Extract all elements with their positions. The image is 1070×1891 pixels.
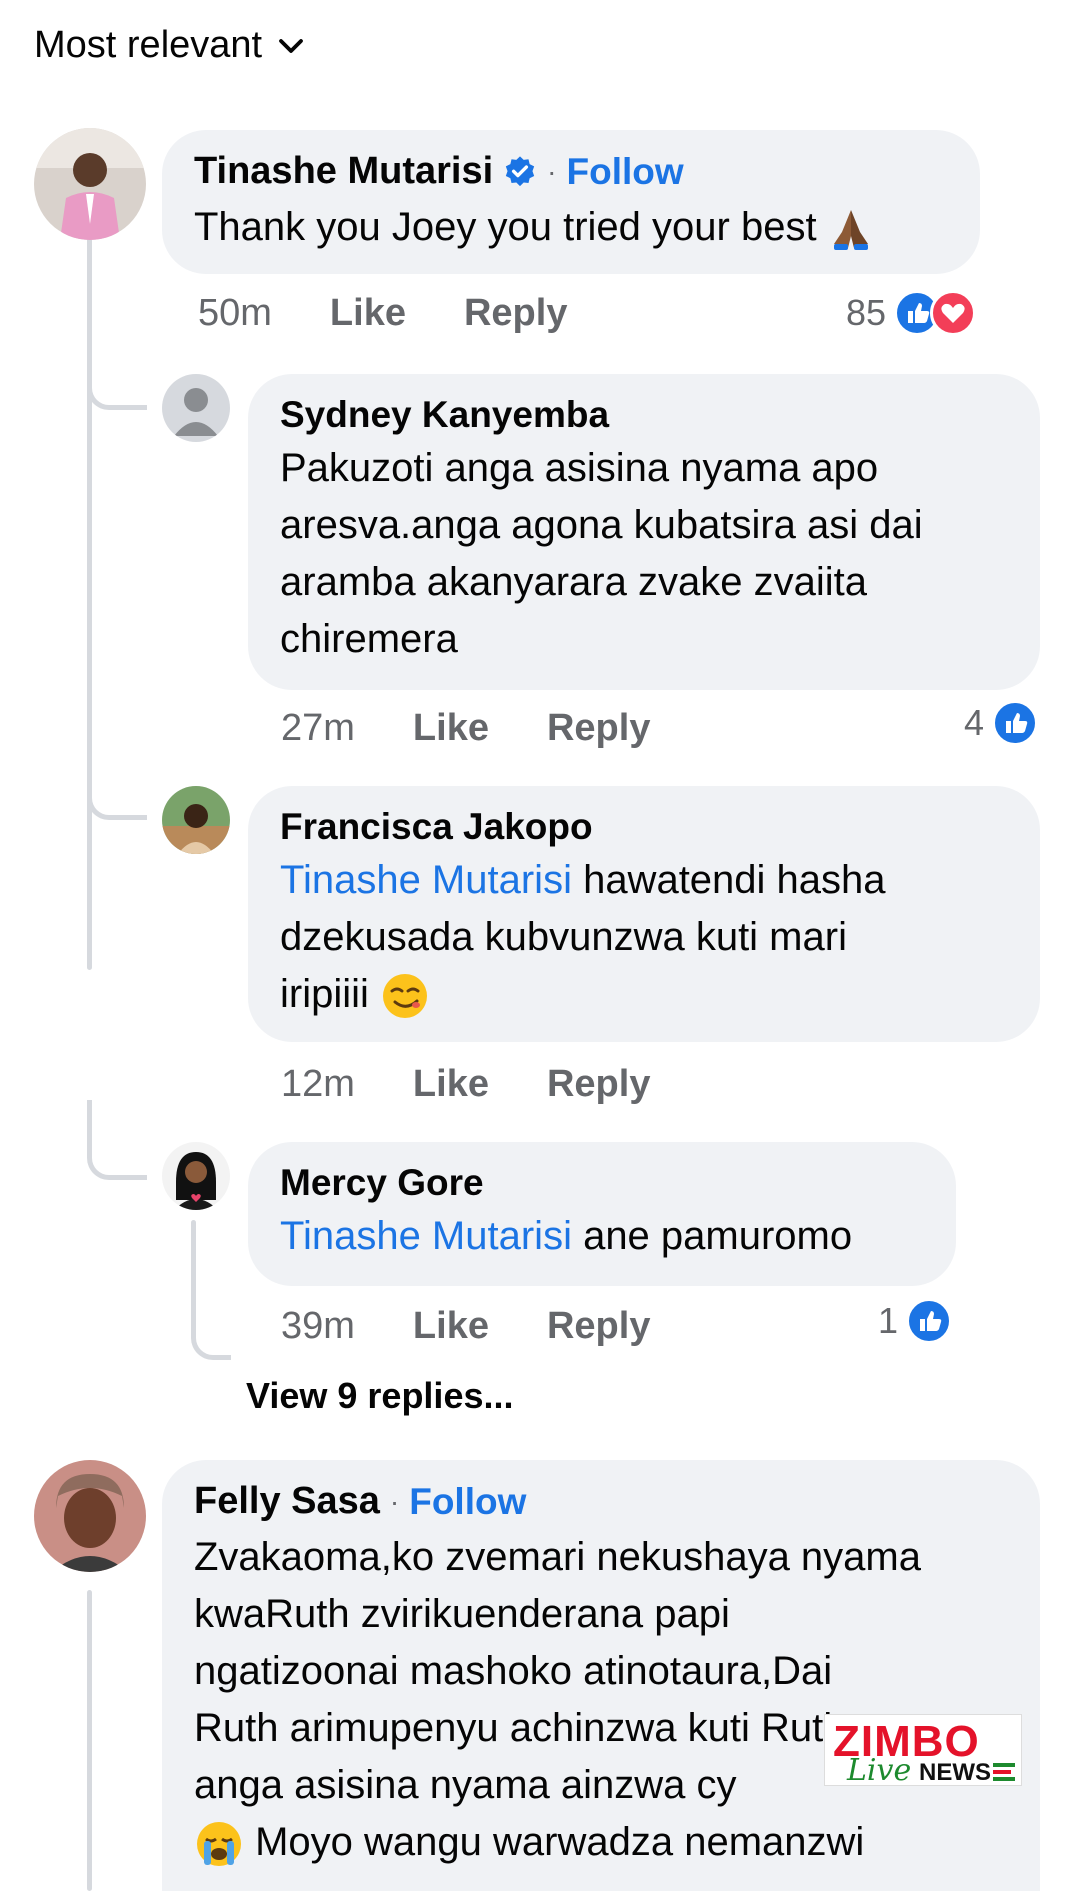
sort-label: Most relevant [34, 24, 263, 66]
like-reaction-icon [992, 700, 1039, 746]
like-button[interactable]: Like [413, 1305, 489, 1348]
commenter-name[interactable]: Sydney Kanyemba [280, 394, 1008, 436]
reply-button[interactable]: Reply [547, 1063, 650, 1106]
reaction-count: 85 [846, 292, 887, 333]
comment-text: ane pamuromo [571, 1214, 853, 1258]
follow-button[interactable]: Follow [567, 151, 684, 193]
avatar[interactable] [34, 128, 146, 240]
comment-actions: 50m Like Reply [198, 292, 625, 335]
zimbo-live-news-watermark: ZIMBO Live NEWS [824, 1714, 1022, 1788]
thread-connector [87, 1100, 147, 1180]
avatar[interactable] [162, 786, 230, 854]
mention-link[interactable]: Tinashe Mutarisi [280, 1214, 572, 1258]
reply-button[interactable]: Reply [464, 292, 567, 335]
like-button[interactable]: Like [413, 1063, 489, 1106]
comment-timestamp[interactable]: 39m [281, 1305, 355, 1348]
comment-text-line: Pakuzoti anga asisina nyama apo [280, 446, 879, 490]
comment-text-line: aramba akanyarara zvake zvaiita [280, 560, 867, 604]
comment-text: Thank you Joey you tried your best [194, 205, 817, 249]
watermark-news: NEWS [919, 1759, 991, 1786]
reaction-summary[interactable]: 85 [846, 290, 977, 336]
comment-actions: 12m Like Reply [281, 1063, 708, 1106]
sort-dropdown[interactable]: Most relevant [34, 24, 306, 67]
reaction-count: 1 [878, 1300, 899, 1341]
love-reaction-icon [930, 290, 977, 336]
comment-timestamp[interactable]: 50m [198, 292, 272, 335]
commenter-name[interactable]: Tinashe Mutarisi [194, 150, 493, 193]
comment-bubble: Mercy Gore Tinashe Mutarisi ane pamuromo [248, 1142, 956, 1286]
comment-actions: 39m Like Reply [281, 1305, 708, 1348]
like-button[interactable]: Like [413, 707, 489, 750]
reaction-summary[interactable]: 1 [878, 1298, 953, 1344]
verified-badge-icon [506, 155, 535, 186]
comment-text: hawatendi hasha [571, 858, 886, 902]
comment-actions: 27m Like Reply [281, 707, 708, 750]
comment-text-line: kwaRuth zvirikuenderana papi [194, 1592, 730, 1636]
reaction-count: 4 [964, 702, 985, 743]
watermark-live: Live [847, 1753, 912, 1788]
commenter-name[interactable]: Felly Sasa [194, 1480, 380, 1523]
watermark-bars-icon [993, 1763, 1015, 1784]
comment-bubble: Francisca Jakopo Tinashe Mutarisi hawate… [248, 786, 1040, 1042]
comment-text-line: iripiiii [280, 972, 369, 1016]
comment-text-line: Zvakaoma,ko zvemari nekushaya nyama [194, 1535, 921, 1579]
crying-face-icon [197, 1822, 241, 1867]
comment-text-line: dzekusada kubvunzwa kuti mari [280, 915, 847, 959]
follow-button[interactable]: Follow [409, 1481, 526, 1523]
comment-text-line: aresva.anga agona kubatsira asi dai [280, 503, 923, 547]
thread-line [87, 1590, 92, 1891]
smirking-face-icon [383, 974, 428, 1019]
comment-timestamp[interactable]: 12m [281, 1063, 355, 1106]
commenter-name[interactable]: Francisca Jakopo [280, 806, 1008, 848]
thread-connector [87, 740, 147, 820]
separator-dot: · [547, 155, 557, 187]
folded-hands-icon [833, 210, 868, 251]
avatar[interactable] [162, 374, 230, 442]
reply-button[interactable]: Reply [547, 707, 650, 750]
separator-dot: · [389, 1485, 400, 1517]
thread-connector [87, 300, 147, 410]
comment-timestamp[interactable]: 27m [281, 707, 355, 750]
comment-bubble: Felly Sasa · Follow Zvakaoma,ko zvemari … [162, 1460, 1040, 1891]
comment-text-line: chiremera [280, 617, 458, 661]
like-reaction-icon [906, 1298, 953, 1344]
chevron-down-icon [279, 38, 303, 53]
mention-link[interactable]: Tinashe Mutarisi [280, 858, 572, 902]
comment-bubble: Sydney Kanyemba Pakuzoti anga asisina ny… [248, 374, 1040, 690]
thread-connector [191, 1300, 231, 1360]
view-replies-link[interactable]: View 9 replies... [246, 1375, 514, 1417]
avatar[interactable] [34, 1460, 146, 1572]
comment-bubble: Tinashe Mutarisi · Follow Thank you Joey… [162, 130, 980, 274]
comment-text-line: ngatizoonai mashoko atinotaura,Dai [194, 1649, 833, 1693]
avatar[interactable] [162, 1142, 230, 1210]
comment-text-line: Moyo wangu warwadza nemanzwi [244, 1820, 865, 1864]
reaction-summary[interactable]: 4 [964, 700, 1039, 746]
commenter-name[interactable]: Mercy Gore [280, 1162, 924, 1204]
like-button[interactable]: Like [330, 292, 406, 335]
reply-button[interactable]: Reply [547, 1305, 650, 1348]
